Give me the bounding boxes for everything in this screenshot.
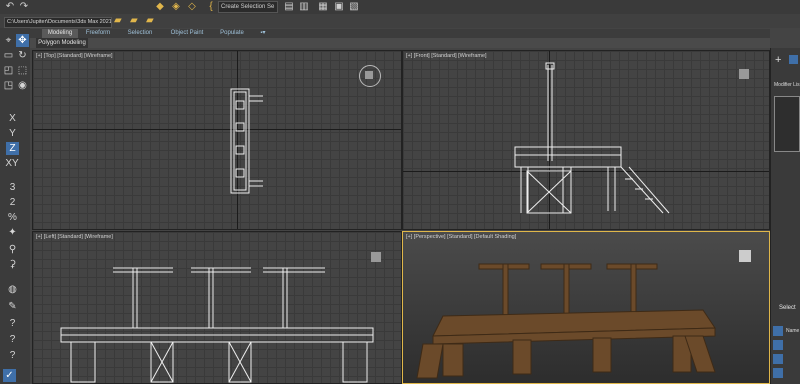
unlink-icon[interactable]: ◈ xyxy=(170,1,182,13)
render-setup-icon[interactable]: ✎ xyxy=(6,300,19,313)
selection-filter-icon[interactable]: { xyxy=(205,1,217,13)
restrict-z-button[interactable]: Z xyxy=(6,142,19,155)
percent-snap-button[interactable]: % xyxy=(6,211,19,224)
toggle-ribbon-icon[interactable]: ▦ xyxy=(317,1,329,13)
viewport-top[interactable]: [+] [Top] [Standard] [Wireframe] xyxy=(32,50,402,230)
align-icon[interactable]: ⚳ xyxy=(6,258,19,271)
restrict-y-button[interactable]: Y xyxy=(6,127,19,140)
tab-selection[interactable]: Selection xyxy=(122,29,158,38)
render-frame-icon[interactable]: ? xyxy=(6,317,19,330)
viewcube-face[interactable] xyxy=(365,71,373,79)
display-filter-icon[interactable] xyxy=(773,340,783,350)
pivot-center-icon[interactable]: ◉ xyxy=(16,79,29,92)
snap-3d-button[interactable]: 3 xyxy=(6,181,19,194)
help-icon[interactable]: ? xyxy=(6,333,19,346)
viewcube-icon[interactable] xyxy=(739,69,749,79)
open-folder-icon[interactable]: ▰ xyxy=(130,15,138,26)
curve-editor-icon[interactable]: ▣ xyxy=(333,1,345,13)
layer-explorer-icon[interactable]: ▥ xyxy=(298,1,310,13)
restrict-xy-button[interactable]: XY xyxy=(4,157,20,170)
modifier-list-dropdown[interactable]: Modifier Lis xyxy=(774,82,800,90)
perspective-model xyxy=(416,232,716,379)
tab-freeform[interactable]: Freeform xyxy=(80,29,116,38)
ribbon-options-icon[interactable]: ▪▾ xyxy=(256,29,270,38)
window-crossing-icon[interactable]: ◰ xyxy=(2,64,15,77)
viewcube-icon[interactable] xyxy=(371,252,381,262)
material-editor-icon[interactable]: ◍ xyxy=(6,283,19,296)
scene-explorer-filter-icon[interactable] xyxy=(773,326,783,336)
modifier-stack[interactable] xyxy=(774,96,800,152)
bind-space-warp-icon[interactable]: ◇ xyxy=(186,1,198,13)
scene-explorer-icon[interactable]: ▤ xyxy=(283,1,295,13)
create-tab-icon[interactable]: + xyxy=(775,54,781,66)
ribbon-panel xyxy=(30,38,770,48)
viewport-nav-icon[interactable]: ✓ xyxy=(3,369,16,382)
front-wireframe xyxy=(403,51,770,230)
name-column-header[interactable]: Name xyxy=(786,328,799,334)
layer-filter-icon[interactable] xyxy=(773,368,783,378)
viewcube-icon[interactable] xyxy=(739,250,751,262)
select-move-icon[interactable]: ✥ xyxy=(16,34,29,47)
select-rotate-icon[interactable]: ↻ xyxy=(16,49,29,62)
top-wireframe xyxy=(33,51,402,230)
polygon-modeling-label[interactable]: Polygon Modeling xyxy=(36,38,88,48)
viewport-left[interactable]: [+] [Left] [Standard] [Wireframe] xyxy=(32,231,402,384)
redo-icon[interactable]: ↷ xyxy=(18,1,30,13)
schematic-view-icon[interactable]: ▧ xyxy=(348,1,360,13)
project-folder-icon[interactable]: ▰ xyxy=(114,15,122,26)
undo-icon[interactable]: ↶ xyxy=(4,1,16,13)
viewport-perspective[interactable]: [+] [Perspective] [Standard] [Default Sh… xyxy=(402,231,770,384)
select-label: Select xyxy=(779,305,796,311)
mirror-icon[interactable]: ⚲ xyxy=(6,243,19,256)
angle-snap-button[interactable]: 2 xyxy=(6,196,19,209)
viewport-front[interactable]: [+] [Front] [Standard] [Wireframe] xyxy=(402,50,770,230)
save-folder-icon[interactable]: ▰ xyxy=(146,15,154,26)
select-scale-icon[interactable]: ⬚ xyxy=(16,64,29,77)
restrict-x-button[interactable]: X xyxy=(6,112,19,125)
selection-set-dropdown[interactable]: Create Selection Se xyxy=(218,1,278,13)
left-wireframe xyxy=(33,232,402,384)
tab-modeling[interactable]: Modeling xyxy=(42,29,78,38)
select-region-icon[interactable]: ▭ xyxy=(2,49,15,62)
modify-tab-icon[interactable] xyxy=(789,55,798,64)
hierarchy-filter-icon[interactable] xyxy=(773,354,783,364)
main-toolbar: ↶ ↷ ◆ ◈ ◇ { Create Selection Se ▤ ▥ ▦ ▣ … xyxy=(0,0,800,15)
tab-populate[interactable]: Populate xyxy=(214,29,250,38)
spinner-snap-icon[interactable]: ✦ xyxy=(6,226,19,239)
link-icon[interactable]: ◆ xyxy=(154,1,166,13)
tab-object-paint[interactable]: Object Paint xyxy=(166,29,208,38)
select-object-icon[interactable]: ⌖ xyxy=(2,34,15,47)
reference-coord-icon[interactable]: ◳ xyxy=(2,79,15,92)
render-icon[interactable]: ? xyxy=(6,349,19,362)
project-path-field[interactable]: C:\Users\Jupiter\Documents\3ds Max 2021 xyxy=(4,17,112,28)
main-toolbar-vertical: ⌖ ✥ ▭ ↻ ◰ ⬚ ◳ ◉ X Y Z XY 3 2 % ✦ ⚲ ⚳ ◍ ✎… xyxy=(0,28,30,384)
